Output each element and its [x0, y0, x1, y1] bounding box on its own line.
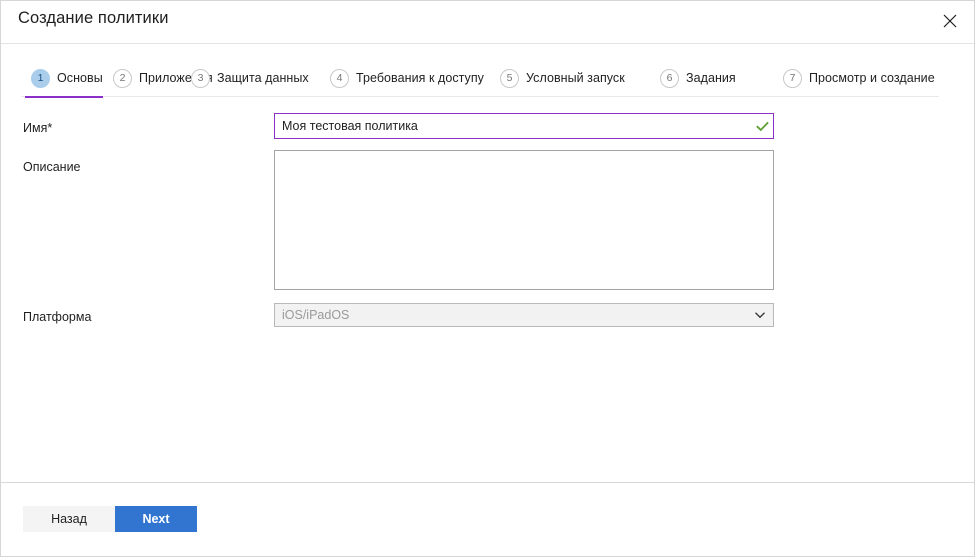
tab-label: Основы — [57, 71, 103, 85]
name-field-label: Имя* — [23, 121, 53, 135]
description-textarea[interactable] — [274, 150, 774, 290]
name-input[interactable] — [275, 114, 751, 138]
tabs-baseline — [21, 96, 939, 97]
tab-conditional-launch[interactable]: 5 Условный запуск — [500, 63, 625, 93]
header-divider — [1, 43, 974, 44]
platform-selected-value: iOS/iPadOS — [282, 308, 350, 322]
step-number-badge: 1 — [31, 68, 50, 88]
step-number-badge: 2 — [113, 68, 132, 88]
active-tab-indicator — [25, 96, 103, 98]
step-number-badge: 3 — [191, 68, 210, 88]
close-button[interactable] — [932, 4, 968, 38]
tab-label: Условный запуск — [526, 71, 625, 85]
platform-field-label: Платформа — [23, 310, 92, 324]
chevron-down-icon — [747, 304, 773, 326]
tab-label: Задания — [686, 71, 736, 85]
tab-data-protection[interactable]: 3 Защита данных — [191, 63, 309, 93]
tab-label: Требования к доступу — [356, 71, 484, 85]
tab-label: Защита данных — [217, 71, 309, 85]
tab-label: Просмотр и создание — [809, 71, 935, 85]
platform-select[interactable]: iOS/iPadOS — [274, 303, 774, 327]
close-icon — [943, 14, 957, 28]
description-field-label: Описание — [23, 160, 81, 174]
name-input-container — [274, 113, 774, 139]
step-number-badge: 4 — [330, 68, 349, 88]
step-number-badge: 6 — [660, 68, 679, 88]
tab-assignments[interactable]: 6 Задания — [660, 63, 736, 93]
step-number-badge: 7 — [783, 68, 802, 88]
tab-basics[interactable]: 1 Основы — [31, 63, 103, 93]
dialog-footer: Назад Next — [1, 483, 974, 556]
checkmark-icon — [751, 114, 773, 138]
tab-review-create[interactable]: 7 Просмотр и создание — [783, 63, 935, 93]
back-button[interactable]: Назад — [23, 506, 115, 532]
dialog-header: Создание политики — [1, 1, 974, 43]
page-title: Создание политики — [18, 9, 169, 27]
step-number-badge: 5 — [500, 68, 519, 88]
tab-access-requirements[interactable]: 4 Требования к доступу — [330, 63, 484, 93]
wizard-step-tabs: 1 Основы 2 Приложения 3 Защита данных 4 … — [1, 63, 974, 97]
create-policy-dialog: Создание политики 1 Основы 2 Приложения … — [0, 0, 975, 557]
next-button[interactable]: Next — [115, 506, 197, 532]
